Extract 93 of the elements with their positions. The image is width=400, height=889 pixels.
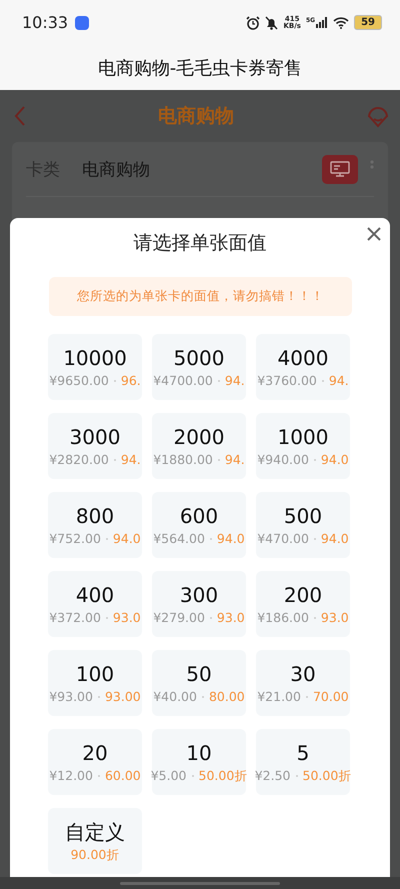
price: ¥752.00 [49, 530, 101, 546]
face-value: 1000 [278, 424, 328, 448]
price: ¥12.00 [49, 768, 93, 784]
discount: 50.00折 [198, 768, 248, 784]
close-icon[interactable] [367, 227, 381, 241]
face-value: 200 [284, 582, 322, 606]
face-value: 自定义 [65, 820, 125, 844]
discount: 60.00 [104, 768, 141, 784]
discount: 93.0 [216, 610, 245, 626]
face-value: 400 [76, 582, 114, 606]
face-value-option[interactable]: 20 ¥12.00 60.00 [48, 729, 142, 795]
face-value: 5000 [174, 346, 224, 370]
face-value-option[interactable]: 200 ¥186.00 93.0 [256, 571, 350, 637]
page-title: 电商购物 [157, 104, 235, 129]
bell-off-icon [265, 16, 278, 30]
price: ¥470.00 [257, 530, 309, 546]
face-value: 30 [290, 662, 316, 686]
price: ¥40.00 [153, 688, 197, 704]
card-type-button[interactable] [322, 154, 358, 184]
discount: 94. [328, 372, 349, 388]
discount: 90.00折 [70, 846, 120, 862]
face-value: 600 [180, 504, 218, 528]
discount: 94.0 [320, 452, 349, 468]
face-value: 500 [284, 504, 322, 528]
face-value-option[interactable]: 30 ¥21.00 70.00 [256, 650, 350, 716]
face-value: 4000 [278, 346, 328, 370]
price: ¥279.00 [153, 610, 205, 626]
price: ¥372.00 [49, 610, 101, 626]
price: ¥9650.00 [49, 372, 109, 388]
discount: 93.00 [104, 688, 141, 704]
face-value: 100 [76, 662, 114, 686]
face-value-option[interactable]: 自定义 90.00折 [48, 808, 142, 874]
discount: 93.0 [112, 610, 141, 626]
face-value: 50 [186, 662, 212, 686]
face-value: 2000 [174, 424, 224, 448]
face-value-option[interactable]: 3000 ¥2820.00 94. [48, 413, 142, 479]
discount: 96. [120, 372, 141, 388]
face-value: 10000 [63, 346, 127, 370]
discount: 70.00 [312, 688, 349, 704]
dialog-title: 请选择单张面值 [134, 231, 266, 256]
notice-banner: 您所选的为单张卡的面值，请勿搞错！！！ [49, 277, 352, 316]
monitor-icon [330, 161, 350, 177]
face-value: 800 [76, 504, 114, 528]
discount: 94.0 [320, 530, 349, 546]
discount: 94.0 [112, 530, 141, 546]
price: ¥940.00 [257, 452, 309, 468]
time: 10:33 [22, 13, 68, 32]
price: ¥1880.00 [153, 452, 213, 468]
price: ¥3760.00 [257, 372, 317, 388]
face-value-option[interactable]: 5 ¥2.50 50.00折 [256, 729, 350, 795]
alarm-icon [246, 16, 260, 30]
price: ¥5.00 [150, 768, 186, 784]
discount: 94.0 [216, 530, 245, 546]
face-value-option[interactable]: 300 ¥279.00 93.0 [152, 571, 246, 637]
face-value-option[interactable]: 5000 ¥4700.00 94. [152, 334, 246, 400]
app-title: 电商购物-毛毛虫卡券寄售 [98, 56, 302, 80]
discount: 94. [120, 452, 141, 468]
face-value-option[interactable]: 100 ¥93.00 93.00 [48, 650, 142, 716]
face-value: 300 [180, 582, 218, 606]
face-value: 3000 [70, 424, 120, 448]
wifi-icon [333, 16, 350, 28]
back-icon[interactable] [14, 106, 26, 126]
price: ¥21.00 [257, 688, 301, 704]
face-value-option[interactable]: 10000 ¥9650.00 96. [48, 334, 142, 400]
headset-icon[interactable] [366, 104, 390, 128]
price: ¥93.00 [49, 688, 93, 704]
battery-icon: 59 [354, 15, 382, 30]
discount: 94. [224, 452, 245, 468]
field-value: 电商购物 [82, 158, 151, 180]
discount: 94. [224, 372, 245, 388]
face-value-option[interactable]: 50 ¥40.00 80.00 [152, 650, 246, 716]
discount: 93.0 [320, 610, 349, 626]
discount: 80.00 [208, 688, 245, 704]
face-value-option[interactable]: 400 ¥372.00 93.0 [48, 571, 142, 637]
face-value-option[interactable]: 800 ¥752.00 94.0 [48, 492, 142, 558]
face-value-option[interactable]: 10 ¥5.00 50.00折 [152, 729, 246, 795]
discount: 50.00折 [302, 768, 352, 784]
face-value: 5 [296, 740, 310, 764]
price: ¥4700.00 [153, 372, 213, 388]
face-value: 20 [82, 740, 108, 764]
home-indicator[interactable] [120, 882, 280, 884]
face-value-option[interactable]: 600 ¥564.00 94.0 [152, 492, 246, 558]
face-value-option[interactable]: 1000 ¥940.00 94.0 [256, 413, 350, 479]
price: ¥186.00 [257, 610, 309, 626]
face-value-option[interactable]: 500 ¥470.00 94.0 [256, 492, 350, 558]
signal-icon [316, 17, 328, 28]
price: ¥2.50 [254, 768, 290, 784]
price: ¥564.00 [153, 530, 205, 546]
face-value: 10 [186, 740, 212, 764]
face-value-option[interactable]: 2000 ¥1880.00 94. [152, 413, 246, 479]
app-icon [75, 16, 90, 30]
price: ¥2820.00 [49, 452, 109, 468]
face-value-option[interactable]: 4000 ¥3760.00 94. [256, 334, 350, 400]
